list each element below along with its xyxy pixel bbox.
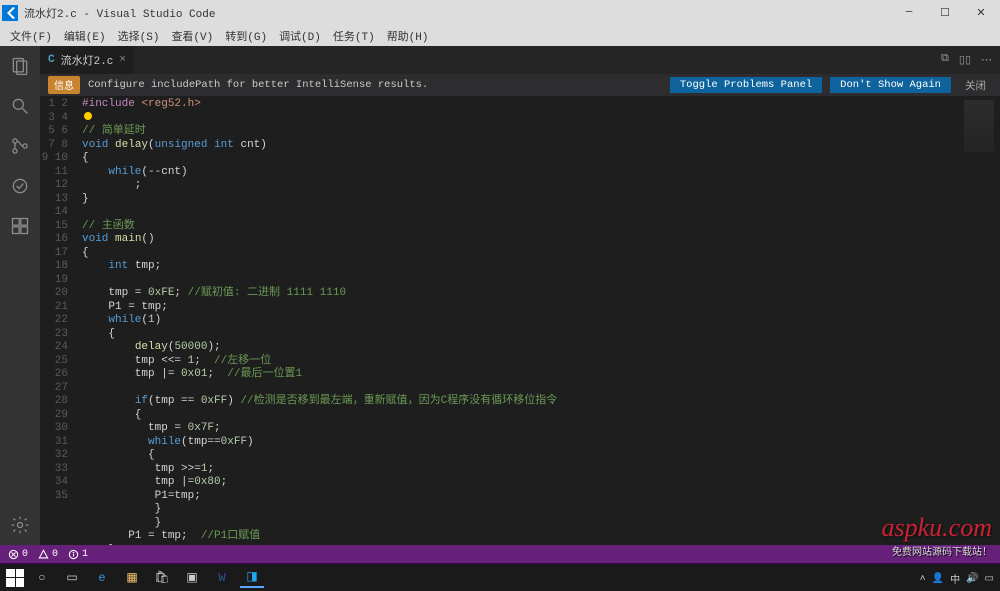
system-tray: ˄ 👤 中 🔊 ▭ xyxy=(920,571,994,587)
activity-bar xyxy=(0,46,40,545)
menu-view[interactable]: 查看(V) xyxy=(165,26,219,46)
c-file-icon: C xyxy=(48,54,55,66)
store-icon[interactable]: 🛍 xyxy=(150,568,174,588)
intellisense-notification: 信息 Configure includePath for better Inte… xyxy=(40,74,1000,96)
tab-close-icon[interactable]: × xyxy=(119,54,126,66)
status-info[interactable]: 1 xyxy=(68,549,88,560)
line-gutter: 1 2 3 4 5 6 7 8 9 10 11 12 13 14 15 16 1… xyxy=(40,96,82,545)
menu-help[interactable]: 帮助(H) xyxy=(381,26,435,46)
tab-bar: C 流水灯2.c × ⧉ ▯▯ ⋯ xyxy=(40,46,1000,74)
extensions-icon[interactable] xyxy=(8,214,32,238)
menu-file[interactable]: 文件(F) xyxy=(4,26,58,46)
code-content[interactable]: #include <reg52.h>// 简单延时void delay(unsi… xyxy=(82,96,955,545)
scm-icon[interactable] xyxy=(8,134,32,158)
tray-people-icon[interactable]: 👤 xyxy=(932,573,944,585)
more-actions-icon[interactable]: ⋯ xyxy=(981,53,992,67)
close-button[interactable]: ✕ xyxy=(964,3,998,23)
minimap[interactable] xyxy=(955,96,1000,545)
terminal-icon[interactable]: ▣ xyxy=(180,568,204,588)
window-title: 流水灯2.c - Visual Studio Code xyxy=(24,5,215,21)
settings-icon[interactable] xyxy=(8,513,32,537)
split-editor-icon[interactable]: ▯▯ xyxy=(959,53,971,67)
notification-close[interactable]: 关闭 xyxy=(959,78,992,93)
minimap-viewport[interactable] xyxy=(964,100,994,152)
tray-language-icon[interactable]: 中 xyxy=(950,571,960,587)
status-bar: 0 0 1 xyxy=(0,545,1000,563)
explorer-icon[interactable] xyxy=(8,54,32,78)
debug-icon[interactable] xyxy=(8,174,32,198)
tray-up-icon[interactable]: ˄ xyxy=(920,574,926,585)
menu-tasks[interactable]: 任务(T) xyxy=(327,26,381,46)
taskview-icon[interactable]: ▭ xyxy=(60,568,84,588)
compare-icon[interactable]: ⧉ xyxy=(941,53,949,67)
tab-label: 流水灯2.c xyxy=(61,52,114,68)
toggle-problems-button[interactable]: Toggle Problems Panel xyxy=(670,77,822,93)
file-tab[interactable]: C 流水灯2.c × xyxy=(40,46,134,74)
tray-volume-icon[interactable]: 🔊 xyxy=(966,573,978,585)
menubar: 文件(F) 编辑(E) 选择(S) 查看(V) 转到(G) 调试(D) 任务(T… xyxy=(0,26,1000,46)
word-icon[interactable]: W xyxy=(210,568,234,588)
windows-taskbar: ○ ▭ e ▦ 🛍 ▣ W ◨ ˄ 👤 中 🔊 ▭ xyxy=(0,563,1000,591)
notification-text: Configure includePath for better Intelli… xyxy=(88,79,662,91)
code-editor[interactable]: 1 2 3 4 5 6 7 8 9 10 11 12 13 14 15 16 1… xyxy=(40,96,1000,545)
menu-edit[interactable]: 编辑(E) xyxy=(58,26,112,46)
notification-badge: 信息 xyxy=(48,76,80,94)
window-titlebar: 流水灯2.c - Visual Studio Code ─ ☐ ✕ xyxy=(0,0,1000,26)
start-button[interactable] xyxy=(6,569,24,587)
vscode-icon xyxy=(2,5,18,21)
status-warnings[interactable]: 0 xyxy=(38,549,58,560)
tray-notifications-icon[interactable]: ▭ xyxy=(985,573,994,585)
vscode-taskbar-icon[interactable]: ◨ xyxy=(240,568,264,588)
minimize-button[interactable]: ─ xyxy=(892,3,926,23)
maximize-button[interactable]: ☐ xyxy=(928,3,962,23)
status-errors[interactable]: 0 xyxy=(8,549,28,560)
edge-icon[interactable]: e xyxy=(90,568,114,588)
search-icon[interactable] xyxy=(8,94,32,118)
menu-debug[interactable]: 调试(D) xyxy=(273,26,327,46)
menu-selection[interactable]: 选择(S) xyxy=(112,26,166,46)
dont-show-again-button[interactable]: Don't Show Again xyxy=(830,77,951,93)
menu-go[interactable]: 转到(G) xyxy=(219,26,273,46)
taskbar-search[interactable]: ○ xyxy=(30,568,54,588)
fileexplorer-icon[interactable]: ▦ xyxy=(120,568,144,588)
